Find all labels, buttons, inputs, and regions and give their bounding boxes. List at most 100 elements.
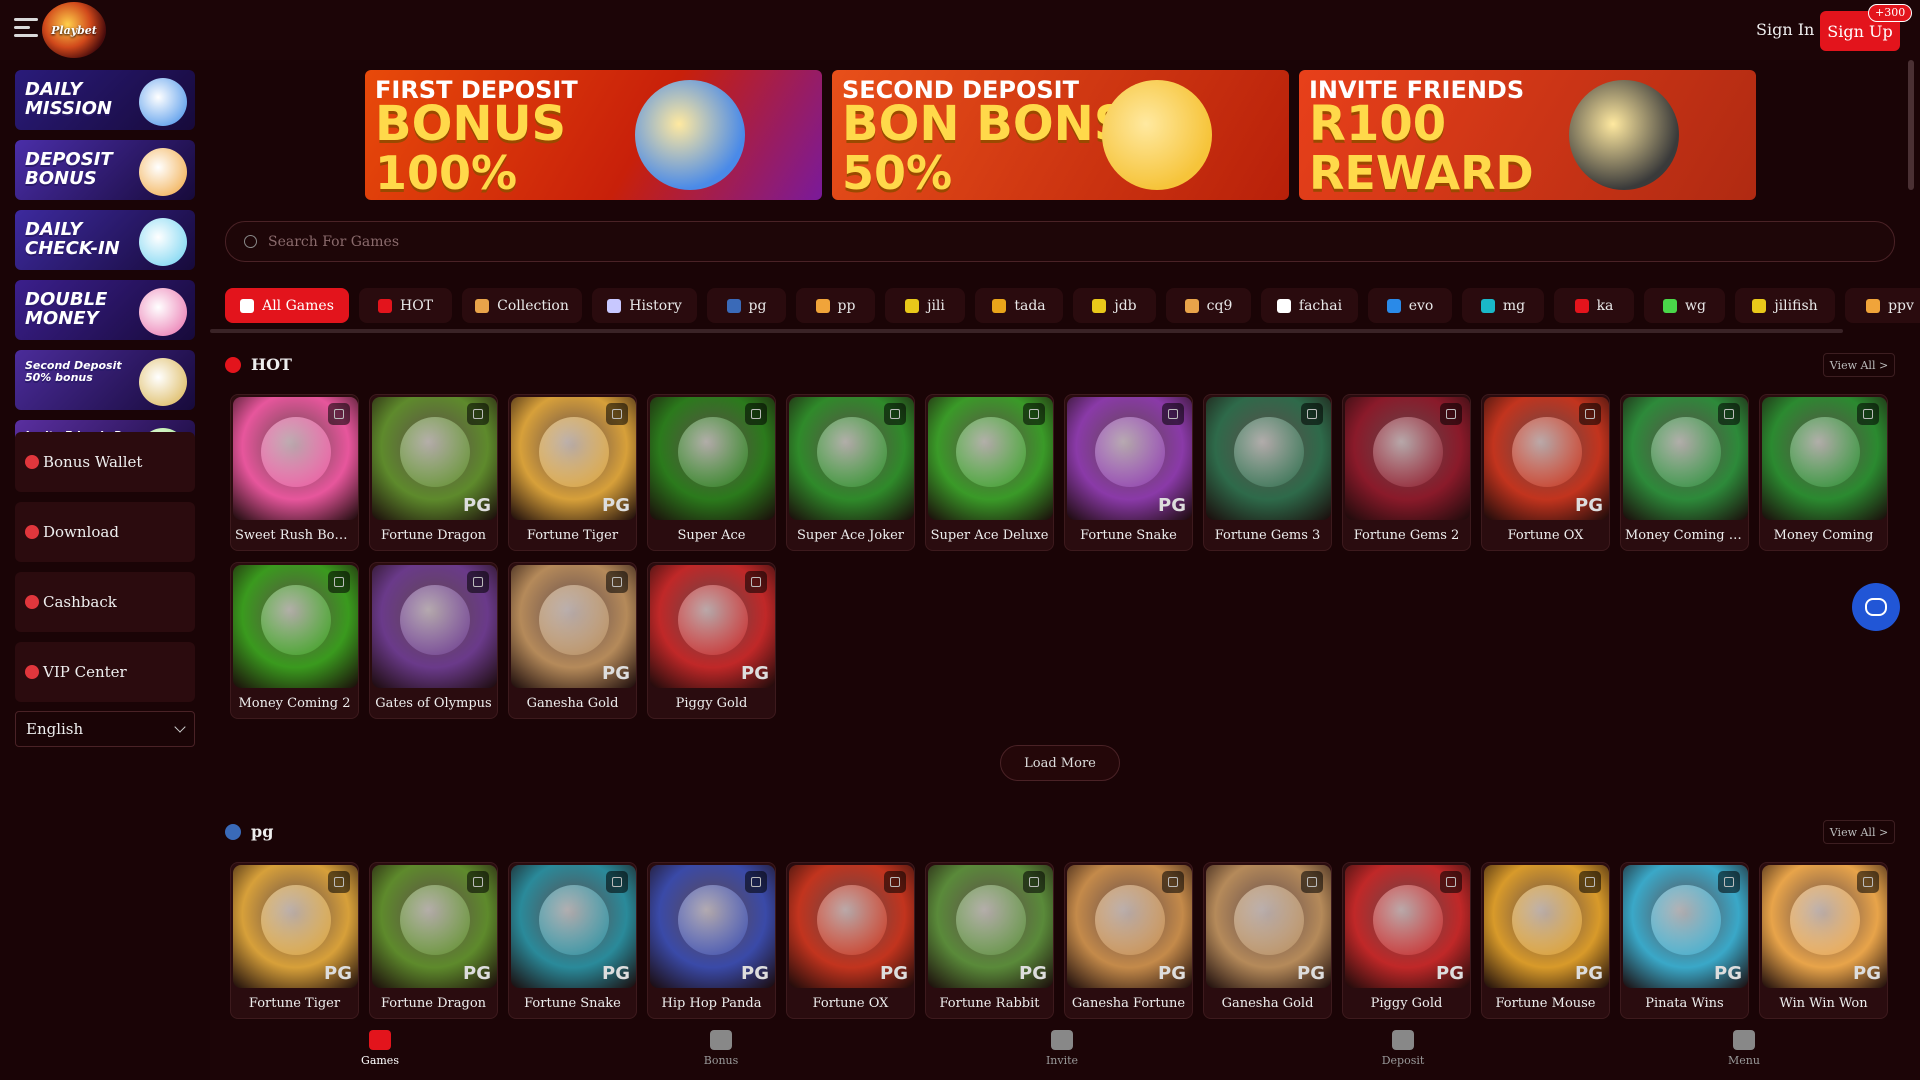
favorite-icon[interactable] [328, 871, 350, 893]
favorite-icon[interactable] [1718, 403, 1740, 425]
favorite-icon[interactable] [1579, 871, 1601, 893]
sidebar-item-vip-center[interactable]: VIP Center [15, 642, 195, 702]
game-card[interactable]: PG Piggy Gold [647, 562, 776, 719]
tab-mg[interactable]: mg [1462, 288, 1544, 323]
tab-fachai[interactable]: fachai [1261, 288, 1358, 323]
favorite-icon[interactable] [1162, 403, 1184, 425]
bottom-nav-menu[interactable]: Menu [1704, 1030, 1784, 1067]
favorite-icon[interactable] [745, 871, 767, 893]
tab-cq9[interactable]: cq9 [1166, 288, 1251, 323]
favorite-icon[interactable] [884, 871, 906, 893]
favorite-icon[interactable] [328, 403, 350, 425]
bottom-nav-invite[interactable]: Invite [1022, 1030, 1102, 1067]
sidebar-promo-4[interactable]: Second Deposit 50% bonus [15, 350, 195, 410]
favorite-icon[interactable] [1579, 403, 1601, 425]
game-card[interactable]: PG Fortune Mouse [1481, 862, 1610, 1019]
sidebar-item-download[interactable]: Download [15, 502, 195, 562]
tab-pp[interactable]: pp [796, 288, 875, 323]
tabs-scrollbar[interactable] [210, 329, 1843, 333]
hot-view-all-button[interactable]: View All > [1823, 353, 1895, 377]
favorite-icon[interactable] [884, 403, 906, 425]
game-card[interactable]: PG Fortune Tiger [508, 394, 637, 551]
game-card[interactable]: PG Win Win Won [1759, 862, 1888, 1019]
tab-wg[interactable]: wg [1644, 288, 1725, 323]
favorite-icon[interactable] [1301, 403, 1323, 425]
load-more-button[interactable]: Load More [1000, 745, 1120, 781]
game-card[interactable]: Fortune Gems 3 [1203, 394, 1332, 551]
favorite-icon[interactable] [1440, 871, 1462, 893]
game-card[interactable]: Super Ace Joker [786, 394, 915, 551]
favorite-icon[interactable] [467, 571, 489, 593]
favorite-icon[interactable] [467, 403, 489, 425]
game-card[interactable]: Money Coming 2 [230, 562, 359, 719]
tab-jilifish[interactable]: jilifish [1735, 288, 1835, 323]
tab-all-games[interactable]: All Games [225, 288, 349, 323]
favorite-icon[interactable] [1857, 403, 1879, 425]
promo-banner-2[interactable]: INVITE FRIENDS R100 REWARD [1299, 70, 1756, 200]
sidebar-promo-0[interactable]: DAILY MISSION [15, 70, 195, 130]
favorite-icon[interactable] [1023, 403, 1045, 425]
sidebar-item-bonus-wallet[interactable]: Bonus Wallet [15, 432, 195, 492]
favorite-icon[interactable] [328, 571, 350, 593]
promo-banner-1[interactable]: SECOND DEPOSIT BON BONS 50% [832, 70, 1289, 200]
game-card[interactable]: PG Piggy Gold [1342, 862, 1471, 1019]
sidebar-promo-2[interactable]: DAILY CHECK-IN [15, 210, 195, 270]
tab-ppv[interactable]: ppv [1845, 288, 1920, 323]
game-card[interactable]: PG Ganesha Gold [1203, 862, 1332, 1019]
sidebar-item-cashback[interactable]: Cashback [15, 572, 195, 632]
game-card[interactable]: PG Pinata Wins [1620, 862, 1749, 1019]
chat-support-button[interactable] [1852, 583, 1900, 631]
game-card[interactable]: PG Hip Hop Panda [647, 862, 776, 1019]
game-card[interactable]: Money Coming Ex... [1620, 394, 1749, 551]
game-card[interactable]: Super Ace Deluxe [925, 394, 1054, 551]
game-card[interactable]: Money Coming [1759, 394, 1888, 551]
game-card[interactable]: PG Ganesha Fortune [1064, 862, 1193, 1019]
tab-history[interactable]: History [592, 288, 697, 323]
bottom-nav-games[interactable]: Games [340, 1030, 420, 1067]
game-card[interactable]: PG Fortune Snake [1064, 394, 1193, 551]
tab-jdb[interactable]: jdb [1073, 288, 1156, 323]
sidebar-promo-3[interactable]: DOUBLE MONEY [15, 280, 195, 340]
favorite-icon[interactable] [467, 871, 489, 893]
favorite-icon[interactable] [745, 571, 767, 593]
game-card[interactable]: Fortune Gems 2 [1342, 394, 1471, 551]
favorite-icon[interactable] [1301, 871, 1323, 893]
pg-view-all-button[interactable]: View All > [1823, 820, 1895, 844]
tab-hot[interactable]: HOT [359, 288, 452, 323]
tab-evo[interactable]: evo [1368, 288, 1452, 323]
favorite-icon[interactable] [1857, 871, 1879, 893]
tab-pg[interactable]: pg [707, 288, 786, 323]
tab-tada[interactable]: tada [975, 288, 1063, 323]
favorite-icon[interactable] [606, 871, 628, 893]
game-card[interactable]: Super Ace [647, 394, 776, 551]
game-card[interactable]: PG Ganesha Gold [508, 562, 637, 719]
game-card[interactable]: PG Fortune Snake [508, 862, 637, 1019]
favorite-icon[interactable] [1023, 871, 1045, 893]
favorite-icon[interactable] [745, 403, 767, 425]
bottom-nav-bonus[interactable]: Bonus [681, 1030, 761, 1067]
search-input[interactable] [268, 230, 1768, 254]
menu-icon[interactable] [14, 18, 38, 42]
game-card[interactable]: PG Fortune OX [1481, 394, 1610, 551]
game-card[interactable]: PG Fortune Dragon [369, 862, 498, 1019]
bottom-nav-deposit[interactable]: Deposit [1363, 1030, 1443, 1067]
game-card[interactable]: PG Fortune Dragon [369, 394, 498, 551]
promo-banner-0[interactable]: FIRST DEPOSIT BONUS 100% [365, 70, 822, 200]
page-scrollbar[interactable] [1908, 60, 1914, 190]
favorite-icon[interactable] [606, 403, 628, 425]
favorite-icon[interactable] [1162, 871, 1184, 893]
language-select[interactable]: English [15, 711, 195, 747]
favorite-icon[interactable] [1718, 871, 1740, 893]
brand-logo[interactable]: Playbet [42, 2, 106, 58]
sidebar-promo-1[interactable]: DEPOSIT BONUS [15, 140, 195, 200]
favorite-icon[interactable] [606, 571, 628, 593]
game-card[interactable]: PG Fortune Rabbit [925, 862, 1054, 1019]
tab-jili[interactable]: jili [885, 288, 965, 323]
game-card[interactable]: Gates of Olympus [369, 562, 498, 719]
tab-collection[interactable]: Collection [462, 288, 582, 323]
tab-ka[interactable]: ka [1554, 288, 1634, 323]
favorite-icon[interactable] [1440, 403, 1462, 425]
game-card[interactable]: PG Fortune OX [786, 862, 915, 1019]
sign-in-link[interactable]: Sign In [1756, 20, 1814, 39]
game-card[interactable]: Sweet Rush Bonanza [230, 394, 359, 551]
